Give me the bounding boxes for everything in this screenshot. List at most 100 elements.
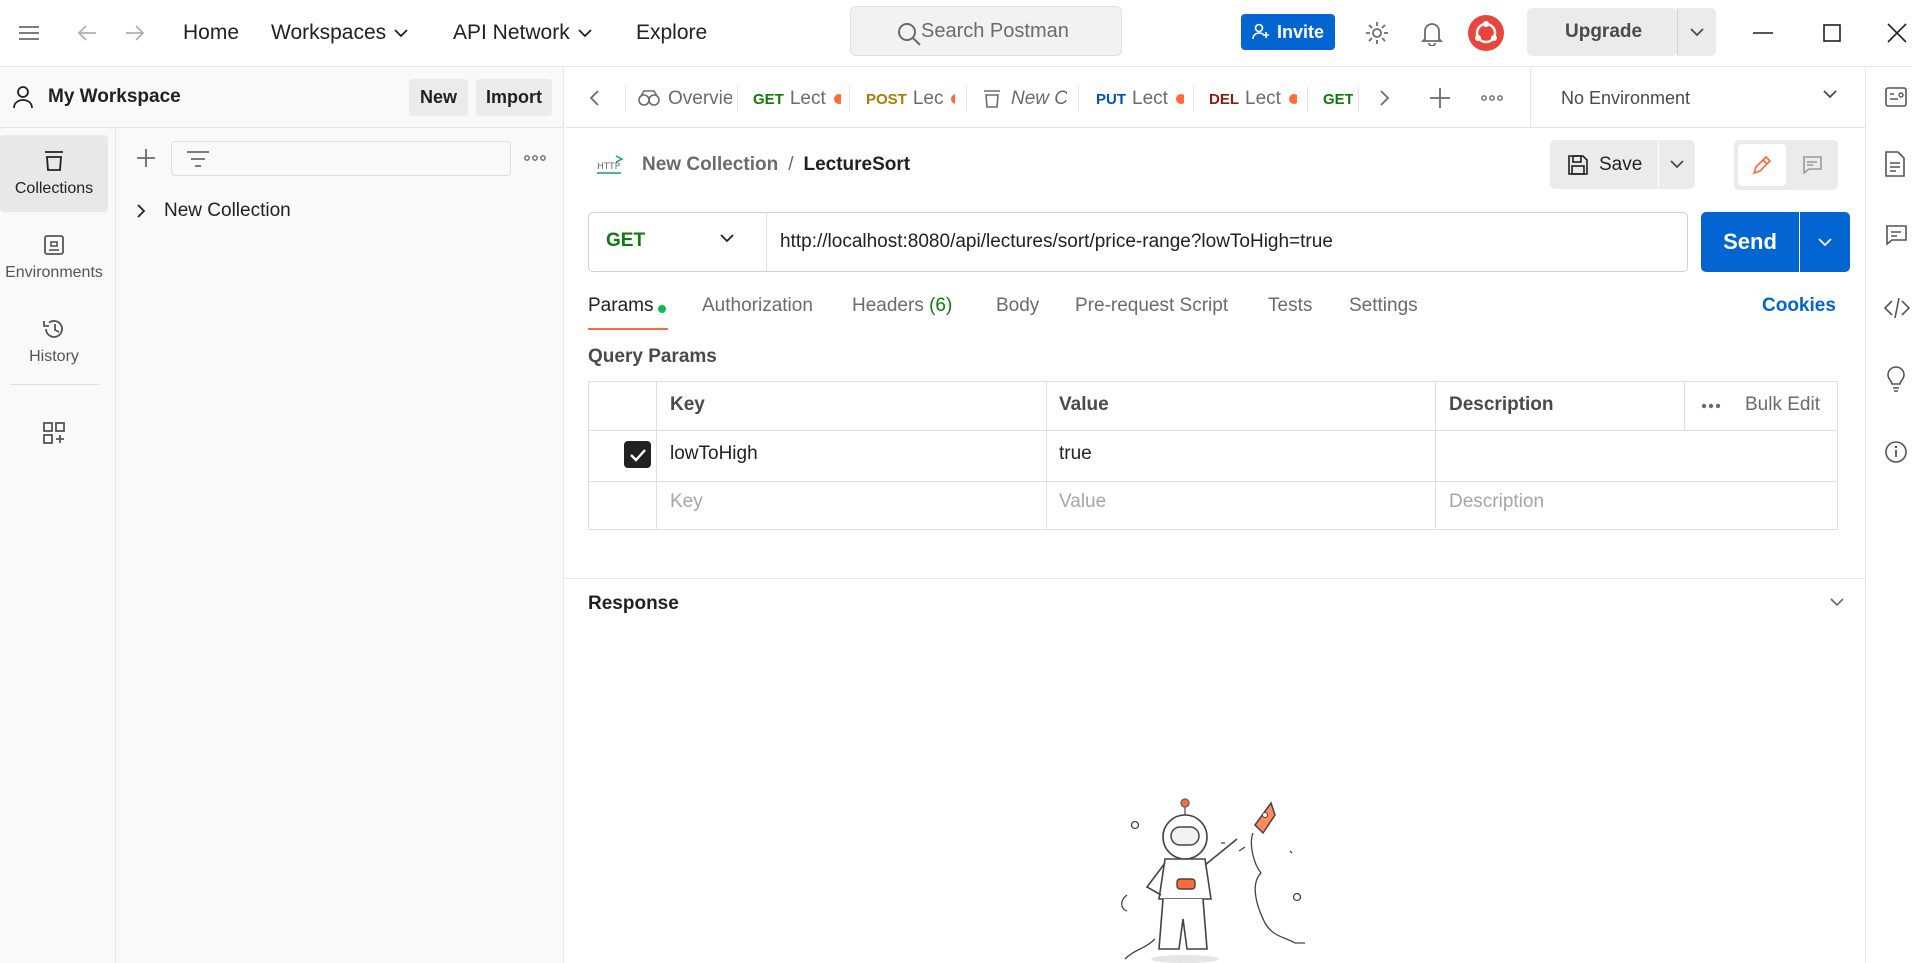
tab-new-collection[interactable]: New C: [983, 82, 1067, 116]
url-input[interactable]: http://localhost:8080/api/lectures/sort/…: [780, 231, 1333, 253]
tab-overview[interactable]: Overvie: [637, 82, 732, 116]
environment-label: No Environment: [1561, 87, 1691, 108]
environment-quick-look-icon[interactable]: [1884, 85, 1908, 109]
collection-item[interactable]: New Collection: [136, 196, 291, 226]
comment-mode-button[interactable]: [1790, 144, 1834, 186]
info-icon[interactable]: [1884, 440, 1908, 464]
new-param-description-input[interactable]: Description: [1449, 491, 1544, 513]
column-options-icon[interactable]: [1701, 403, 1721, 409]
edit-mode-button[interactable]: [1738, 144, 1786, 186]
tab-pre-request-script[interactable]: Pre-request Script: [1075, 295, 1228, 317]
query-params-title: Query Params: [588, 346, 717, 367]
new-param-key-input[interactable]: Key: [670, 491, 703, 513]
chevron-down-icon: [1690, 27, 1704, 36]
response-title[interactable]: Response: [588, 593, 679, 615]
breadcrumb-parent[interactable]: New Collection: [642, 154, 778, 176]
new-tab-icon[interactable]: [1429, 87, 1451, 109]
new-button[interactable]: New: [409, 79, 468, 116]
tab-separator: [849, 86, 850, 112]
table-divider: [656, 381, 657, 530]
close-window-icon[interactable]: [1882, 18, 1912, 48]
upgrade-button[interactable]: Upgrade: [1527, 8, 1677, 56]
table-divider: [1435, 381, 1436, 530]
tab-method: GET: [753, 90, 784, 108]
bulk-edit-link[interactable]: Bulk Edit: [1745, 394, 1820, 416]
send-dropdown-button[interactable]: [1800, 212, 1850, 272]
rail-label: Collections: [14, 179, 94, 197]
chevron-down-icon: [1670, 160, 1684, 169]
tabs-scroll-right-icon[interactable]: [1379, 89, 1391, 107]
history-icon: [43, 319, 63, 338]
invite-button[interactable]: Invite: [1241, 14, 1335, 50]
rail-item-history[interactable]: History: [0, 303, 108, 380]
filter-input[interactable]: [171, 141, 511, 176]
environment-select[interactable]: No Environment: [1530, 68, 1865, 128]
search-input[interactable]: Search Postman: [850, 6, 1122, 56]
rail-item-environments[interactable]: Environments: [0, 219, 108, 296]
rail-item-collections[interactable]: Collections: [0, 135, 108, 212]
add-apps-icon[interactable]: [42, 421, 66, 445]
request-title[interactable]: LectureSort: [803, 154, 910, 176]
save-dropdown-button[interactable]: [1659, 140, 1695, 189]
tab-separator: [1358, 86, 1359, 112]
tab-label: Lect: [1245, 88, 1281, 109]
forward-arrow-icon[interactable]: [120, 18, 150, 48]
send-button[interactable]: Send: [1701, 212, 1799, 272]
tab-label: Overvie: [668, 88, 732, 109]
more-options-icon[interactable]: [524, 155, 546, 161]
table-divider: [588, 481, 1838, 482]
notifications-bell-icon[interactable]: [1417, 18, 1447, 48]
workspace-title: My Workspace: [48, 86, 181, 107]
environments-icon: [44, 234, 64, 255]
menu-icon[interactable]: [14, 18, 44, 48]
documentation-icon[interactable]: [1884, 151, 1906, 177]
nav-explore[interactable]: Explore: [636, 16, 707, 50]
tab-get-lect[interactable]: GET Lect: [753, 82, 841, 116]
code-icon[interactable]: [1884, 297, 1910, 319]
unsaved-dot: [1175, 94, 1184, 104]
params-active-dot: [658, 305, 666, 313]
tabs-more-icon[interactable]: [1481, 95, 1503, 101]
tab-get-partial[interactable]: GET: [1323, 82, 1353, 116]
tab-separator: [1078, 86, 1079, 112]
tab-authorization[interactable]: Authorization: [702, 295, 813, 317]
rail-label: History: [29, 347, 79, 365]
unsaved-dot: [833, 94, 841, 104]
tab-del-lect[interactable]: DEL Lect: [1209, 82, 1297, 116]
import-button[interactable]: Import: [476, 79, 552, 116]
add-collection-icon[interactable]: [136, 148, 156, 168]
maximize-window-icon[interactable]: [1817, 18, 1847, 48]
param-key[interactable]: lowToHigh: [670, 443, 758, 465]
tabs-scroll-left-icon[interactable]: [588, 89, 600, 107]
param-enabled-checkbox[interactable]: [624, 441, 651, 468]
response-divider: [564, 578, 1865, 579]
chevron-down-icon[interactable]: [720, 234, 734, 243]
comments-icon[interactable]: [1884, 224, 1908, 246]
tab-tests[interactable]: Tests: [1268, 295, 1312, 317]
chevron-down-icon: [578, 28, 592, 37]
avatar[interactable]: [1468, 15, 1504, 51]
nav-home[interactable]: Home: [183, 16, 239, 50]
breadcrumb-separator: /: [788, 154, 794, 175]
method-select[interactable]: GET: [606, 230, 645, 252]
tab-put-lect[interactable]: PUT Lect: [1096, 82, 1184, 116]
tab-method: GET: [1323, 90, 1353, 108]
nav-api-network[interactable]: API Network: [453, 16, 592, 50]
back-arrow-icon[interactable]: [72, 18, 102, 48]
new-param-value-input[interactable]: Value: [1059, 491, 1106, 513]
tab-settings[interactable]: Settings: [1349, 295, 1418, 317]
settings-gear-icon[interactable]: [1362, 18, 1392, 48]
lightbulb-icon[interactable]: [1884, 366, 1908, 392]
tab-post-lec[interactable]: POST Lec: [866, 82, 955, 116]
upgrade-dropdown-button[interactable]: [1677, 8, 1716, 56]
tab-headers[interactable]: Headers (6): [852, 295, 952, 317]
cookies-link[interactable]: Cookies: [1762, 295, 1836, 317]
save-button[interactable]: Save: [1550, 140, 1658, 189]
tab-params[interactable]: Params: [588, 295, 653, 317]
nav-workspaces[interactable]: Workspaces: [271, 16, 408, 50]
tab-body[interactable]: Body: [996, 295, 1039, 317]
param-value[interactable]: true: [1059, 443, 1092, 465]
minimize-window-icon[interactable]: [1748, 18, 1778, 48]
svg-text:HTTP: HTTP: [597, 162, 621, 172]
chevron-down-icon[interactable]: [1830, 598, 1844, 607]
